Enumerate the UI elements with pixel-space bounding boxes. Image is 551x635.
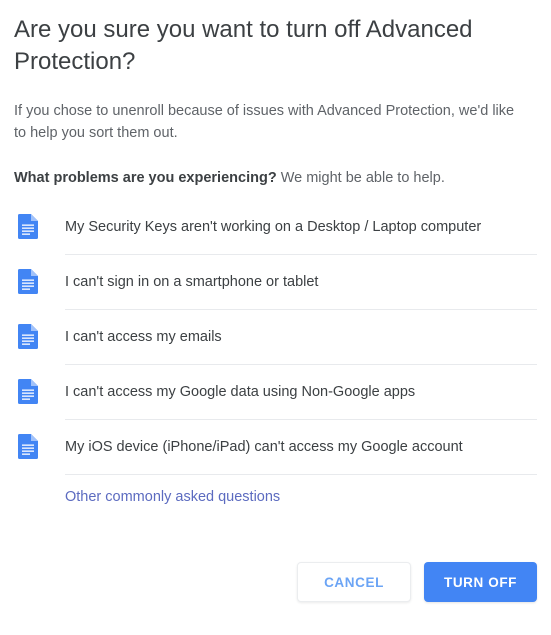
list-item-label: My iOS device (iPhone/iPad) can't access… bbox=[65, 438, 463, 455]
list-item[interactable]: My iOS device (iPhone/iPad) can't access… bbox=[14, 419, 537, 474]
page-title: Are you sure you want to turn off Advanc… bbox=[14, 16, 473, 75]
other-questions-row: Other commonly asked questions bbox=[14, 474, 537, 520]
document-icon bbox=[18, 324, 38, 349]
cancel-button[interactable]: CANCEL bbox=[297, 562, 411, 602]
problems-prompt: What problems are you experiencing? We m… bbox=[14, 144, 537, 188]
problems-prompt-strong: What problems are you experiencing? bbox=[14, 170, 277, 186]
list-item-label: My Security Keys aren't working on a Des… bbox=[65, 218, 482, 235]
list-item-label: I can't access my emails bbox=[65, 328, 222, 345]
list-item[interactable]: I can't sign in on a smartphone or table… bbox=[14, 254, 537, 309]
dialog-actions: CANCEL TURN OFF bbox=[297, 562, 537, 602]
list-item[interactable]: My Security Keys aren't working on a Des… bbox=[14, 199, 537, 254]
document-icon bbox=[18, 434, 38, 459]
turn-off-button[interactable]: TURN OFF bbox=[424, 562, 537, 602]
other-commonly-asked-questions-link[interactable]: Other commonly asked questions bbox=[65, 487, 280, 507]
problems-prompt-rest: We might be able to help. bbox=[276, 170, 445, 186]
document-icon bbox=[18, 214, 38, 239]
issues-list: My Security Keys aren't working on a Des… bbox=[14, 188, 537, 474]
list-item-label: I can't access my Google data using Non-… bbox=[65, 383, 416, 400]
document-icon bbox=[18, 269, 38, 294]
list-item[interactable]: I can't access my Google data using Non-… bbox=[14, 364, 537, 419]
dialog-description: If you chose to unenroll because of issu… bbox=[14, 103, 515, 141]
turn-off-advanced-protection-dialog: Are you sure you want to turn off Advanc… bbox=[0, 0, 551, 635]
list-item-label: I can't sign in on a smartphone or table… bbox=[65, 273, 319, 290]
document-icon bbox=[18, 379, 38, 404]
list-item[interactable]: I can't access my emails bbox=[14, 309, 537, 364]
